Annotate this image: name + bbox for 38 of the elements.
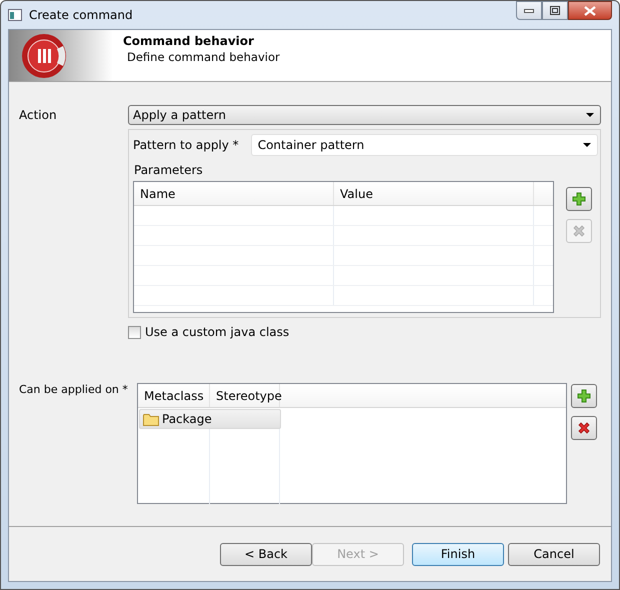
field-label: Pattern to apply * xyxy=(133,138,239,152)
close-icon xyxy=(584,6,596,16)
field-label: Can be applied on * xyxy=(19,383,129,398)
window-icon xyxy=(8,9,22,21)
cross-icon xyxy=(577,421,591,435)
window-title: Create command xyxy=(29,8,133,22)
dropdown-arrow-icon xyxy=(583,143,591,147)
action-dropdown[interactable]: Apply a pattern xyxy=(128,105,601,125)
close-button[interactable] xyxy=(568,1,612,20)
table-row[interactable]: Package xyxy=(139,409,281,429)
dialog-button[interactable]: Cancel xyxy=(508,542,600,566)
column-header: Metaclass xyxy=(138,384,210,407)
dialog-button[interactable]: < Back xyxy=(220,542,312,566)
plus-icon xyxy=(577,389,591,403)
logo-icon xyxy=(21,32,67,78)
column-header: Name xyxy=(134,182,334,205)
checkbox-label: Use a custom java class xyxy=(145,325,290,339)
dropdown-arrow-icon xyxy=(586,113,594,117)
section-label: Parameters xyxy=(134,163,204,177)
dialog-button[interactable]: Finish xyxy=(412,542,504,566)
field-label: Action xyxy=(19,108,58,122)
add-button[interactable] xyxy=(566,187,592,211)
plus-icon xyxy=(572,192,586,206)
pattern-dropdown[interactable]: Container pattern xyxy=(250,134,598,156)
table-cell: Package xyxy=(162,412,212,426)
minimize-icon xyxy=(524,8,534,12)
column-header: Value xyxy=(334,182,534,205)
column-header: Stereotype xyxy=(210,384,280,407)
maximize-button[interactable] xyxy=(542,1,568,20)
minimize-button[interactable] xyxy=(516,1,542,20)
checkbox[interactable] xyxy=(128,326,141,338)
remove-button[interactable] xyxy=(571,416,597,440)
add-button[interactable] xyxy=(571,384,597,408)
cross-icon xyxy=(572,224,586,238)
page-title: Command behavior xyxy=(123,34,255,48)
restore-icon xyxy=(550,6,560,15)
page-description: Define command behavior xyxy=(126,50,280,64)
folder-icon xyxy=(143,412,159,426)
